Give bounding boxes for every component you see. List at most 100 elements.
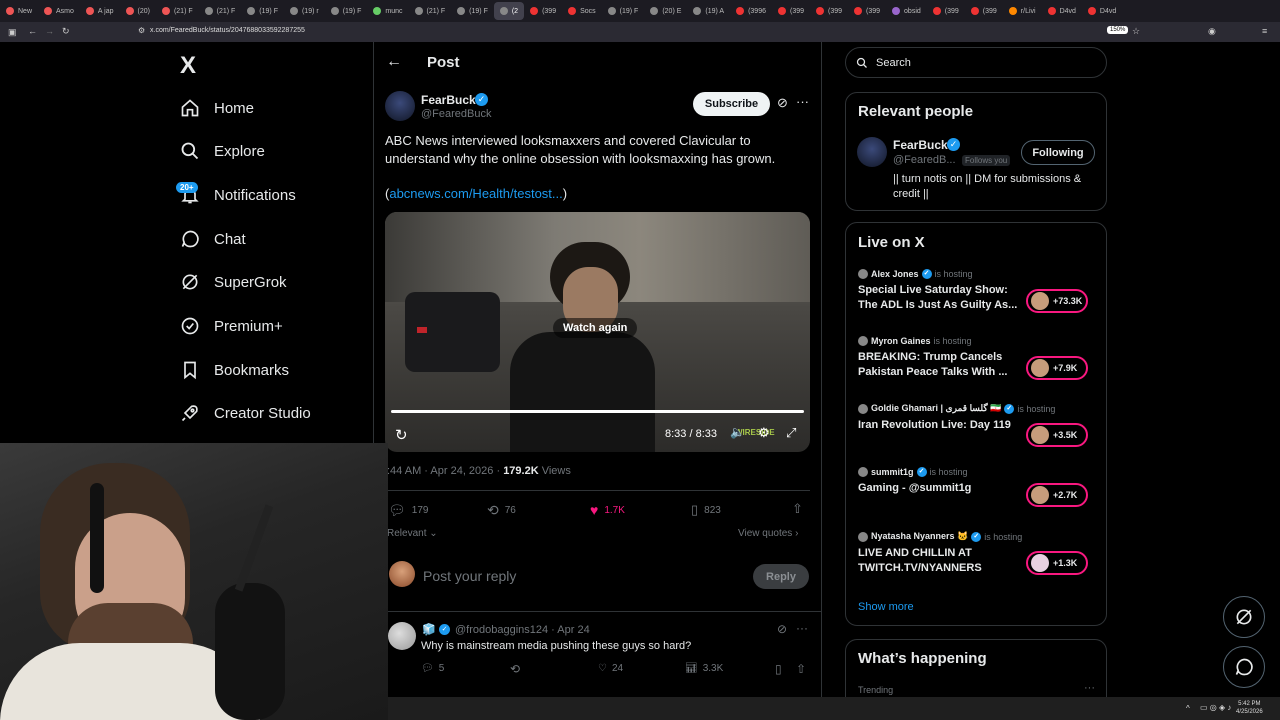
bookmark-star-icon[interactable]: ☆ — [1132, 26, 1140, 37]
nav-creator-studio[interactable]: Creator Studio — [180, 398, 311, 428]
share-icon[interactable]: ⇧ — [796, 662, 806, 676]
live-item[interactable]: Alex Jones ✓ is hosting Special Live Satur… — [858, 269, 1098, 313]
grok-fab[interactable] — [1223, 596, 1265, 638]
browser-tab[interactable]: (19) A — [687, 2, 730, 20]
menu-icon[interactable]: ≡ — [1262, 26, 1267, 36]
nav-supergrok[interactable]: SuperGrok — [180, 267, 287, 297]
author-name[interactable]: FearBuck — [421, 93, 476, 107]
reply-author-handle[interactable]: @frodobaggins124 · Apr 24 — [455, 624, 590, 636]
account-icon[interactable]: ◉ — [1208, 26, 1216, 37]
live-listeners-pill[interactable]: +73.3K — [1026, 289, 1088, 313]
browser-tab[interactable]: obsid — [886, 2, 927, 20]
live-listeners-pill[interactable]: +2.7K — [1026, 483, 1088, 507]
tray-chevron-icon[interactable]: ^ — [1186, 704, 1190, 713]
browser-tab[interactable]: (399 — [524, 2, 562, 20]
browser-tab[interactable]: Asmo — [38, 2, 80, 20]
repost-action[interactable]: ⟲ 76 — [487, 502, 516, 519]
browser-tab[interactable]: D4vd — [1042, 2, 1082, 20]
live-listeners-pill[interactable]: +3.5K — [1026, 423, 1088, 447]
browser-tab[interactable]: (20) E — [644, 2, 687, 20]
fullscreen-icon[interactable]: ⤢ — [786, 425, 796, 441]
search-input[interactable]: Search — [876, 57, 911, 69]
author-handle[interactable]: @FearedBuck — [421, 108, 491, 120]
video-progress-bar[interactable] — [391, 410, 804, 413]
browser-tab[interactable]: (21) F — [409, 2, 452, 20]
reload-icon[interactable]: ↻ — [62, 26, 70, 37]
back-arrow-icon[interactable]: ← — [386, 53, 402, 71]
more-icon[interactable]: ··· — [796, 621, 808, 635]
back-icon[interactable]: ← — [28, 26, 37, 36]
zoom-level[interactable]: 150% — [1107, 26, 1129, 34]
more-icon[interactable]: ··· — [1084, 682, 1095, 694]
grok-icon[interactable]: ⊘ — [777, 95, 788, 111]
more-icon[interactable]: ··· — [796, 94, 809, 109]
following-button[interactable]: Following — [1021, 140, 1095, 165]
live-item[interactable]: Nyatasha Nyanners 🐱 ✓ is hosting LIVE AND … — [858, 531, 1098, 576]
browser-tab[interactable]: (3996 — [730, 2, 772, 20]
grok-icon[interactable]: ⊘ — [777, 622, 787, 636]
browser-tab[interactable]: A jap — [80, 2, 120, 20]
nav-bookmarks[interactable]: Bookmarks — [180, 355, 289, 385]
live-item[interactable]: Goldie Ghamari | گلسا قمری 🇮🇷 ✓ is hosting… — [858, 403, 1098, 447]
bookmark-action[interactable]: ▯ 823 — [691, 502, 721, 518]
url-field[interactable]: x.com/FearedBuck/status/2047688033592287… — [150, 27, 305, 34]
browser-tab[interactable]: (19) F — [451, 2, 494, 20]
browser-tab[interactable]: (19) F — [325, 2, 368, 20]
browser-tab[interactable]: (19) F — [602, 2, 645, 20]
x-logo[interactable]: X — [180, 52, 196, 80]
browser-tab[interactable]: (19) r — [284, 2, 325, 20]
browser-tab[interactable]: r/Livi — [1003, 2, 1042, 20]
volume-icon[interactable]: 🔈 — [730, 425, 745, 439]
live-listeners-pill[interactable]: +1.3K — [1026, 551, 1088, 575]
browser-tab[interactable]: (399 — [965, 2, 1003, 20]
browser-tab[interactable]: (19) F — [241, 2, 284, 20]
forward-icon[interactable]: → — [45, 26, 54, 36]
browser-tab[interactable]: (399 — [848, 2, 886, 20]
reply-author-avatar[interactable] — [388, 622, 416, 650]
nav-premium[interactable]: Premium+ — [180, 311, 283, 341]
nav-explore[interactable]: Explore — [180, 136, 265, 166]
browser-tab[interactable]: D4vd — [1082, 2, 1122, 20]
article-link[interactable]: abcnews.com/Health/testost... — [389, 186, 562, 201]
browser-tab[interactable]: (21) F — [199, 2, 242, 20]
browser-tab[interactable]: Socs — [562, 2, 602, 20]
browser-tab[interactable]: munc — [367, 2, 408, 20]
share-icon[interactable]: ⇧ — [792, 501, 803, 517]
reply-like-action[interactable]: ♡ 24 — [598, 663, 623, 674]
nav-chat[interactable]: Chat — [180, 224, 246, 254]
taskbar-clock[interactable]: 5:42 PM 4/25/2026 — [1236, 700, 1263, 716]
person-avatar[interactable] — [857, 137, 887, 167]
site-info-icon[interactable]: ⚙ — [138, 26, 145, 35]
person-name[interactable]: FearBuck — [893, 138, 948, 152]
like-action[interactable]: ♥ 1.7K — [590, 502, 625, 518]
subscribe-button[interactable]: Subscribe — [693, 92, 770, 116]
browser-tab[interactable]: (20) — [120, 2, 156, 20]
live-listeners-pill[interactable]: +7.9K — [1026, 356, 1088, 380]
settings-icon[interactable]: ⚙ — [758, 425, 770, 441]
reply-input[interactable]: Post your reply — [423, 568, 516, 584]
browser-tab[interactable]: New — [0, 2, 38, 20]
reply-button[interactable]: Reply — [753, 564, 809, 589]
watch-again-button[interactable]: Watch again — [553, 318, 638, 338]
view-quotes-link[interactable]: View quotes › — [738, 528, 798, 539]
reply-action[interactable]: 💬︎ 179 — [388, 502, 428, 519]
browser-tab[interactable]: (399 — [772, 2, 810, 20]
browser-tab[interactable]: (399 — [810, 2, 848, 20]
search-box[interactable]: Search — [845, 47, 1107, 78]
browser-tab[interactable]: (21) F — [156, 2, 199, 20]
repost-icon[interactable]: ⟲ — [510, 662, 520, 676]
sort-dropdown[interactable]: Relevant ⌄ — [387, 528, 438, 539]
live-item[interactable]: summit1g ✓ is hosting Gaming - @summit1g +… — [858, 467, 1098, 507]
browser-tab[interactable]: (2 — [493, 2, 525, 20]
tray-icons[interactable]: ▭ ◎ ◈ ♪ — [1200, 703, 1231, 712]
nav-home[interactable]: Home — [180, 93, 254, 123]
messages-fab[interactable] — [1223, 646, 1265, 688]
video-player[interactable]: Watch again ↻ 8:33 / 8:33 WIRESIDE 🔈 ⚙ ⤢ — [385, 212, 810, 452]
reply-views-action[interactable]: 📊︎ 3.3K — [685, 663, 723, 674]
author-avatar[interactable] — [385, 91, 415, 121]
person-handle[interactable]: @FearedB... — [893, 154, 956, 166]
live-item[interactable]: Myron Gaines is hosting BREAKING: Trump C… — [858, 336, 1098, 380]
show-more-link[interactable]: Show more — [858, 601, 914, 613]
sidebar-toggle-icon[interactable]: ▣ — [8, 27, 17, 38]
replay-icon[interactable]: ↻ — [395, 426, 408, 444]
